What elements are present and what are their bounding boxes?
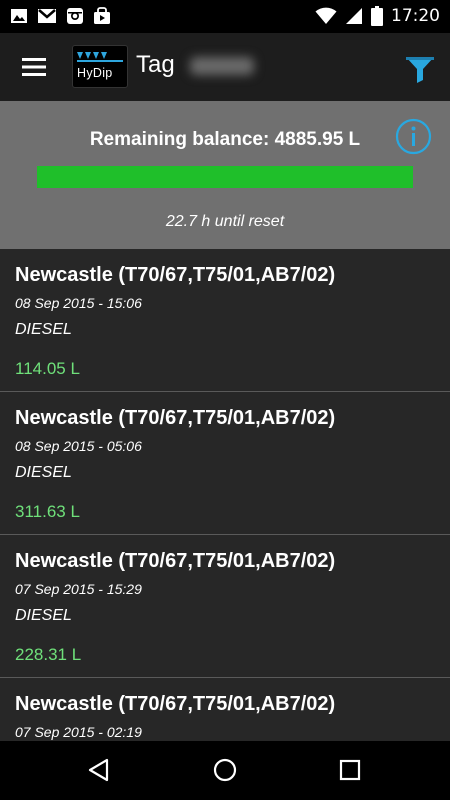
hydip-logo: HyDip [72, 45, 128, 88]
page-title: Tag [136, 51, 175, 78]
balance-panel: Remaining balance: 4885.95 L 22.7 h unti… [0, 101, 450, 249]
transaction-date: 07 Sep 2015 - 15:29 [15, 581, 142, 597]
balance-progress-bar [37, 166, 413, 188]
fuel-amount: 228.31 L [15, 645, 82, 664]
fuel-amount: 114.05 L [15, 359, 80, 378]
gmail-icon [38, 9, 56, 23]
signal-icon [346, 8, 362, 24]
info-icon[interactable] [395, 118, 432, 155]
transaction-list[interactable]: Newcastle (T70/67,T75/01,AB7/02) 08 Sep … [0, 249, 450, 741]
site-name: Newcastle (T70/67,T75/01,AB7/02) [15, 550, 336, 572]
site-name: Newcastle (T70/67,T75/01,AB7/02) [15, 407, 336, 429]
logo-waves-icon [77, 52, 123, 62]
fuel-type: DIESEL [15, 607, 72, 624]
balance-progress-fill [37, 166, 413, 188]
hamburger-menu-icon[interactable] [18, 53, 52, 81]
list-item[interactable]: Newcastle (T70/67,T75/01,AB7/02) 07 Sep … [0, 678, 450, 741]
list-item[interactable]: Newcastle (T70/67,T75/01,AB7/02) 07 Sep … [0, 535, 450, 678]
reset-countdown: 22.7 h until reset [165, 213, 285, 230]
image-icon [11, 9, 27, 23]
navigation-bar [0, 741, 450, 800]
wifi-icon [315, 7, 337, 24]
system-icons: 17:20 [315, 6, 440, 26]
clock: 17:20 [391, 6, 440, 26]
transaction-date: 07 Sep 2015 - 02:19 [15, 724, 142, 740]
fuel-type: DIESEL [15, 321, 72, 338]
status-bar: 17:20 [0, 0, 450, 33]
battery-icon [371, 6, 383, 26]
notification-icons [10, 7, 111, 25]
transaction-date: 08 Sep 2015 - 15:06 [15, 295, 142, 311]
site-name: Newcastle (T70/67,T75/01,AB7/02) [15, 693, 336, 715]
site-name: Newcastle (T70/67,T75/01,AB7/02) [15, 264, 336, 286]
recents-icon[interactable] [337, 757, 363, 783]
remaining-balance: Remaining balance: 4885.95 L [89, 129, 361, 150]
instagram-icon [67, 8, 83, 24]
transaction-date: 08 Sep 2015 - 05:06 [15, 438, 142, 454]
filter-icon[interactable] [404, 53, 436, 85]
app-bar: HyDip Tag [0, 33, 450, 101]
fuel-amount: 311.63 L [15, 502, 80, 521]
store-bag-icon [94, 7, 110, 24]
list-item[interactable]: Newcastle (T70/67,T75/01,AB7/02) 08 Sep … [0, 249, 450, 392]
fuel-type: DIESEL [15, 464, 72, 481]
back-icon[interactable] [86, 757, 112, 783]
home-icon[interactable] [212, 757, 238, 783]
list-item[interactable]: Newcastle (T70/67,T75/01,AB7/02) 08 Sep … [0, 392, 450, 535]
redacted-tag-name [190, 57, 254, 75]
logo-text: HyDip [77, 66, 113, 80]
